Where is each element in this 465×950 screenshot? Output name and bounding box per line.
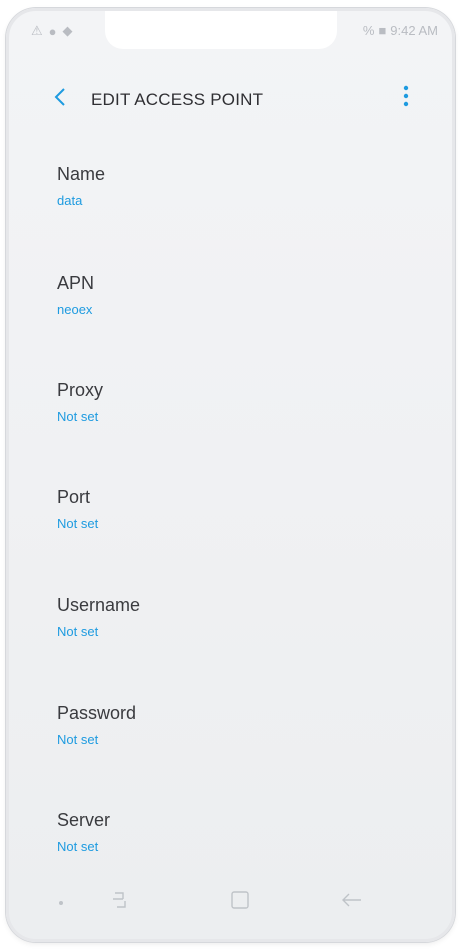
app-icon: ◆ <box>62 23 73 38</box>
field-value: neoex <box>57 302 93 317</box>
lock-icon: ■ <box>378 23 387 38</box>
alert-icon: ⚠ <box>31 23 43 38</box>
status-bar: ⚠ ● ◆ % ■ 9:42 AM <box>9 11 452 51</box>
field-value: Not set <box>57 516 99 531</box>
home-icon[interactable] <box>229 889 251 911</box>
field-label: Port <box>57 487 91 507</box>
field-label: Password <box>57 703 137 723</box>
recents-icon[interactable] <box>109 889 131 911</box>
field-value: data <box>57 193 83 208</box>
phone-screen: ⚠ ● ◆ % ■ 9:42 AM EDIT ACCESS POINT Name… <box>6 8 455 942</box>
dot-icon[interactable] <box>59 901 63 905</box>
navigation-bar <box>9 869 452 939</box>
status-icons-left: ⚠ ● ◆ <box>31 23 73 39</box>
back-arrow-icon[interactable] <box>339 887 365 913</box>
field-server[interactable]: Server Not set <box>57 810 110 854</box>
field-value: Not set <box>57 839 99 854</box>
field-apn[interactable]: APN neoex <box>57 273 94 317</box>
status-icons-right: % ■ 9:42 AM <box>363 23 438 38</box>
field-value: Not set <box>57 624 99 639</box>
battery-percent: % <box>362 23 375 38</box>
field-name[interactable]: Name data <box>57 164 105 208</box>
field-port[interactable]: Port Not set <box>57 487 98 531</box>
field-label: Username <box>57 595 141 615</box>
field-proxy[interactable]: Proxy Not set <box>57 380 103 424</box>
field-username[interactable]: Username Not set <box>57 595 140 639</box>
back-button[interactable] <box>45 85 75 115</box>
toolbar: EDIT ACCESS POINT <box>9 79 452 127</box>
chevron-left-icon <box>54 88 65 106</box>
page-title: EDIT ACCESS POINT <box>91 90 264 109</box>
more-options-button[interactable] <box>394 85 418 115</box>
field-value: Not set <box>57 409 99 424</box>
status-time: 9:42 AM <box>390 23 438 38</box>
field-password[interactable]: Password Not set <box>57 703 136 747</box>
circle-check-icon: ● <box>48 23 57 39</box>
field-label: Server <box>57 810 111 830</box>
field-label: APN <box>57 273 95 293</box>
field-label: Name <box>57 164 106 184</box>
notch <box>105 11 337 49</box>
field-label: Proxy <box>57 380 104 400</box>
field-value: Not set <box>57 732 99 747</box>
more-vertical-icon <box>403 85 409 107</box>
